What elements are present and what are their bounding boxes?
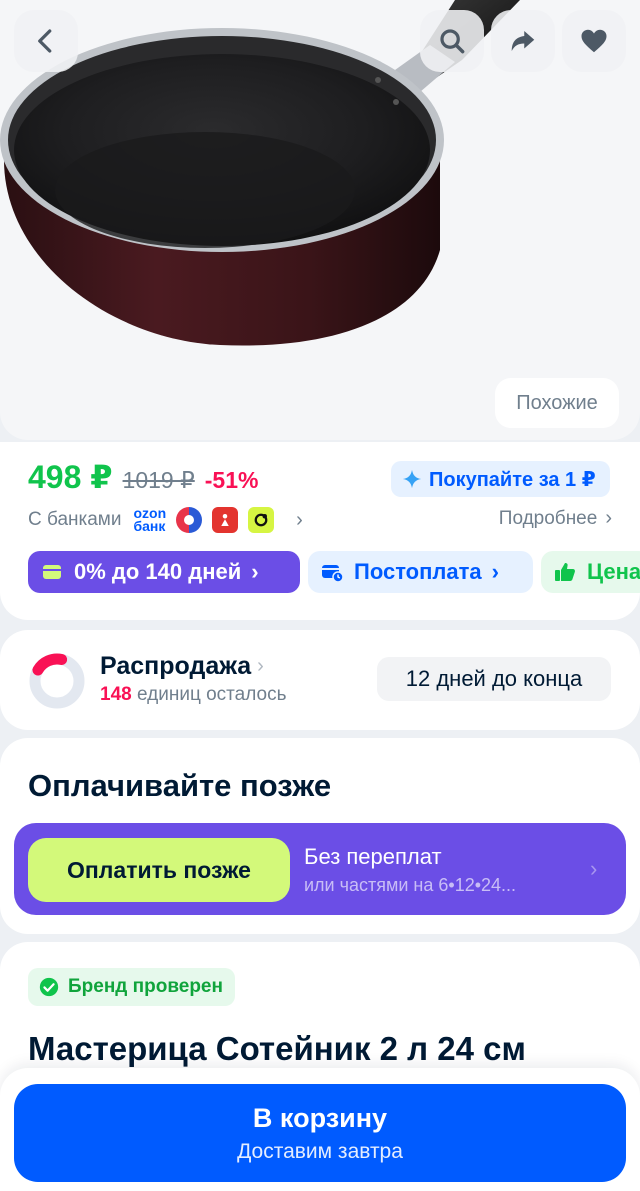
bank-logo-2-icon bbox=[212, 507, 239, 533]
postpay-chip[interactable]: Постоплата › bbox=[308, 551, 533, 593]
pay-later-line2: или частями на 6•12•24... bbox=[304, 875, 517, 895]
ozon-logo-bottom: банк bbox=[133, 518, 166, 534]
ozon-bank-logo: ozon банк bbox=[133, 506, 166, 534]
chevron-left-icon bbox=[38, 29, 52, 53]
card-icon bbox=[43, 565, 61, 579]
discount-badge: -51% bbox=[204, 467, 259, 493]
search-button[interactable] bbox=[420, 10, 484, 72]
similar-button[interactable]: Похожие bbox=[495, 378, 619, 428]
price-row: 498 ₽ 1019 ₽ -51% bbox=[28, 458, 258, 496]
details-label: Подробнее bbox=[498, 507, 598, 529]
sparkle-icon bbox=[402, 469, 422, 489]
chevron-right-icon: › bbox=[251, 559, 259, 584]
share-button[interactable] bbox=[491, 10, 555, 72]
details-link[interactable]: Подробнее › bbox=[499, 507, 612, 530]
product-title: Мастерица Сотейник 2 л 24 см bbox=[28, 1030, 526, 1067]
sale-title[interactable]: Распродажа › bbox=[100, 652, 264, 681]
wallet-clock-icon bbox=[322, 565, 344, 583]
pay-later-line1: Без переплат bbox=[304, 844, 442, 869]
chevron-right-icon: › bbox=[257, 655, 264, 677]
add-to-cart-button[interactable]: В корзину Доставим завтра bbox=[14, 1084, 626, 1182]
favorite-button[interactable] bbox=[562, 10, 626, 72]
pay-later-title: Оплачивайте позже bbox=[28, 768, 332, 803]
product-gallery[interactable]: Похожие bbox=[0, 0, 640, 440]
chevron-right-icon: › bbox=[491, 559, 499, 584]
installment-label: 0% до 140 дней bbox=[74, 559, 242, 584]
postpay-label: Постоплата bbox=[354, 559, 482, 584]
sale-days-left: 12 дней до конца bbox=[377, 657, 611, 701]
installment-chip[interactable]: 0% до 140 дней › bbox=[28, 551, 300, 593]
pay-later-button[interactable]: Оплатить позже bbox=[28, 838, 290, 902]
sale-remaining: 148 единиц осталось bbox=[100, 684, 287, 706]
brand-verified-badge[interactable]: Бренд проверен bbox=[28, 968, 235, 1006]
chevron-right-icon: › bbox=[296, 508, 303, 531]
brand-verified-label: Бренд проверен bbox=[68, 976, 223, 997]
heart-icon bbox=[581, 29, 607, 53]
current-price: 498 ₽ bbox=[28, 459, 113, 495]
thumbs-up-icon bbox=[555, 563, 575, 581]
delivery-label: Доставим завтра bbox=[237, 1139, 403, 1163]
promo-label: Покупайте за 1 ₽ bbox=[429, 468, 596, 491]
chevron-right-icon: › bbox=[605, 507, 612, 529]
old-price: 1019 ₽ bbox=[122, 467, 195, 493]
check-circle-icon bbox=[39, 977, 59, 997]
chevron-right-icon: › bbox=[590, 856, 598, 881]
price-chip-label: Цена bbox=[587, 559, 640, 584]
back-button[interactable] bbox=[14, 10, 78, 72]
promo-chip[interactable]: Покупайте за 1 ₽ bbox=[391, 461, 610, 497]
banks-row[interactable]: С банками ozon банк › bbox=[28, 505, 303, 535]
share-icon bbox=[511, 31, 535, 51]
sale-title-text: Распродажа bbox=[100, 652, 252, 680]
sale-count: 148 bbox=[100, 684, 132, 705]
sale-remaining-label: единиц осталось bbox=[136, 684, 287, 705]
add-to-cart-label: В корзину bbox=[252, 1102, 388, 1133]
search-icon bbox=[440, 29, 465, 54]
banks-label: С банками bbox=[28, 509, 122, 530]
sale-progress-ring bbox=[29, 653, 85, 709]
bank-logo-3-icon bbox=[248, 507, 275, 533]
bank-logo-1-icon bbox=[176, 507, 203, 533]
payment-chips: 0% до 140 дней › Постоплата › Цена bbox=[28, 551, 640, 593]
price-chip[interactable]: Цена bbox=[541, 551, 640, 593]
